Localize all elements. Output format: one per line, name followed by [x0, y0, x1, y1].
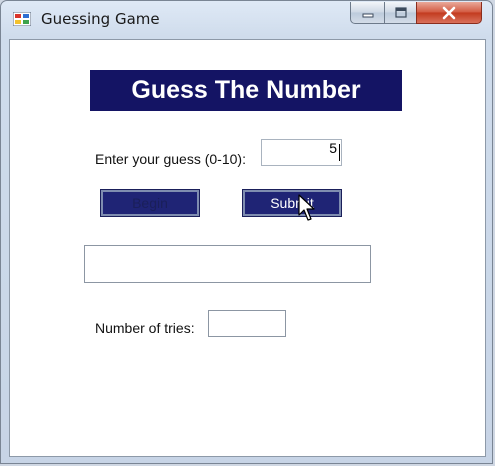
minimize-button[interactable]: [350, 2, 385, 24]
submit-button[interactable]: Submit: [242, 189, 342, 217]
result-display: [84, 245, 371, 283]
title-bar[interactable]: Guessing Game: [1, 1, 492, 37]
tries-label: Number of tries:: [95, 320, 195, 336]
guess-input-value: 5: [329, 140, 337, 156]
minimize-icon: [362, 13, 373, 17]
app-icon: [13, 12, 31, 26]
guess-label: Enter your guess (0-10):: [95, 151, 246, 167]
guess-input[interactable]: 5: [261, 139, 342, 166]
window-title: Guessing Game: [41, 10, 160, 28]
form-client-area: Guess The Number Enter your guess (0-10)…: [9, 39, 486, 457]
app-window: Guessing Game Guess The Number Enter you…: [0, 0, 493, 464]
begin-button[interactable]: Begin: [100, 189, 200, 217]
close-icon: [442, 6, 456, 19]
page-title: Guess The Number: [90, 70, 402, 111]
close-button[interactable]: [416, 2, 482, 24]
tries-display: [208, 310, 286, 337]
mouse-cursor-icon: [298, 194, 315, 221]
maximize-icon: [394, 6, 407, 18]
maximize-button[interactable]: [384, 2, 417, 24]
text-caret: [339, 144, 340, 161]
